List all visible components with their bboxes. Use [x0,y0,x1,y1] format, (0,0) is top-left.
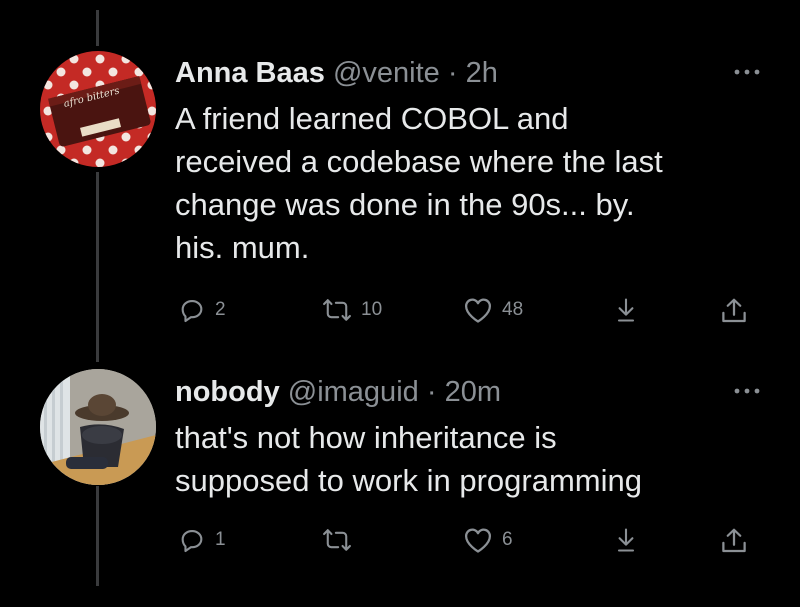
like-count: 48 [502,299,524,320]
tweet-text-line: change was done in the 90s... by. [175,187,635,222]
retweet-button[interactable]: 10 [322,296,382,324]
share-button[interactable] [719,526,749,556]
reply-icon [178,296,206,324]
reply-icon [178,526,206,554]
timestamp[interactable]: 20m [445,376,501,408]
retweet-button[interactable] [322,526,361,554]
tweet-text-line: his. mum. [175,230,310,265]
separator-dot: · [447,57,458,89]
user-handle[interactable]: @imaguid [288,376,419,408]
reply-count: 2 [215,299,226,320]
download-icon [612,526,640,554]
user-handle[interactable]: @venite [333,57,440,89]
tweet-text-line: supposed to work in programming [175,463,642,498]
tweet-header: nobody @imaguid · 20m [175,375,501,409]
share-button[interactable] [719,296,749,326]
reply-button[interactable]: 1 [178,526,226,554]
tweet-anna-baas[interactable]: afro bitters Anna Baas @venite · 2h A fr… [0,0,800,340]
heart-icon [463,296,493,324]
avatar-image: afro bitters [40,51,156,167]
share-icon [719,296,749,326]
timestamp[interactable]: 2h [466,57,498,89]
separator-dot: · [426,376,437,408]
avatar[interactable]: afro bitters [40,51,156,167]
heart-icon [463,526,493,554]
tweet-text-line: A friend learned COBOL and [175,101,569,136]
retweet-icon [322,296,352,324]
tweet-text: A friend learned COBOL and received a co… [175,97,663,269]
reply-count: 1 [215,529,226,550]
avatar-image [40,369,156,485]
reply-button[interactable]: 2 [178,296,226,324]
more-icon[interactable] [734,383,760,394]
more-icon[interactable] [734,64,760,75]
like-count: 6 [502,529,513,550]
tweet-header: Anna Baas @venite · 2h [175,56,498,90]
like-button[interactable]: 48 [463,296,523,324]
download-button[interactable] [612,296,640,324]
tweet-text-line: that's not how inheritance is [175,420,557,455]
download-icon [612,296,640,324]
display-name[interactable]: Anna Baas [175,57,325,89]
download-button[interactable] [612,526,640,554]
display-name[interactable]: nobody [175,376,280,408]
tweet-nobody[interactable]: nobody @imaguid · 20m that's not how inh… [0,340,800,607]
retweet-count: 10 [361,299,383,320]
tweet-text-line: received a codebase where the last [175,144,663,179]
like-button[interactable]: 6 [463,526,513,554]
tweet-text: that's not how inheritance is supposed t… [175,416,642,502]
avatar[interactable] [40,369,156,485]
retweet-icon [322,526,352,554]
share-icon [719,526,749,556]
